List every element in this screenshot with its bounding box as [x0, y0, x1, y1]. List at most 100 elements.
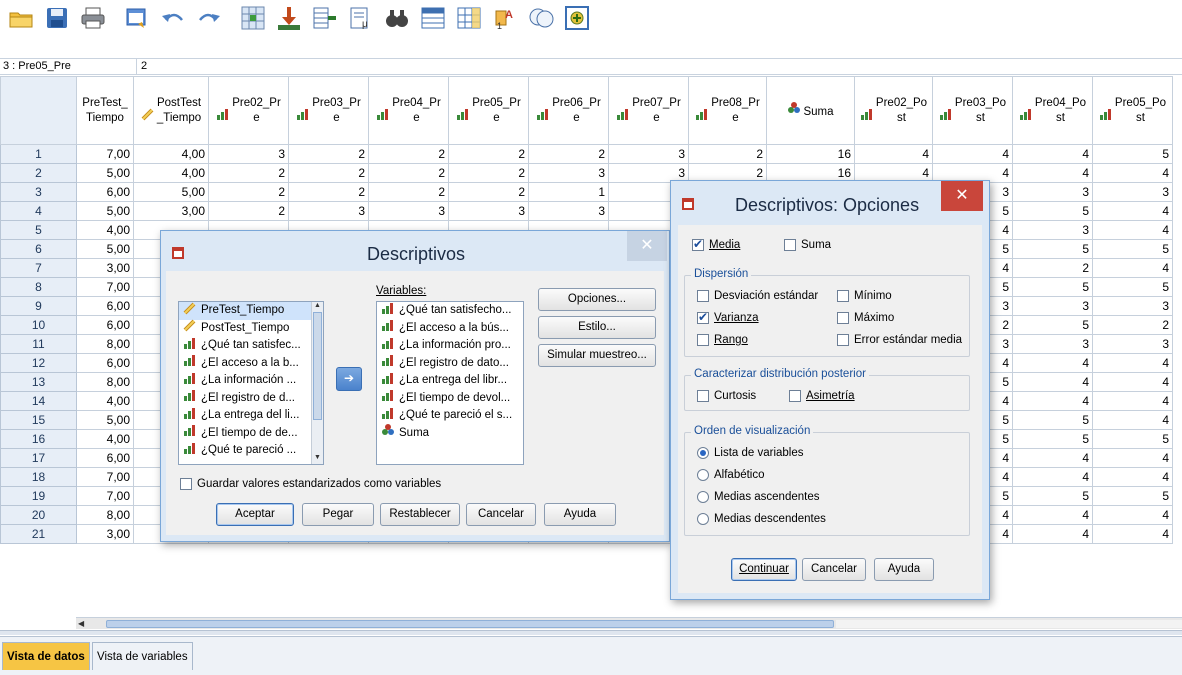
data-cell[interactable]: 3 [1012, 296, 1093, 316]
row-number[interactable]: 9 [0, 296, 77, 316]
column-header[interactable]: Pre04_Pr e [368, 76, 449, 145]
data-cell[interactable]: 3 [608, 144, 689, 164]
data-cell[interactable]: 6,00 [76, 296, 134, 316]
horizontal-scrollbar[interactable]: ◀ [76, 617, 1182, 629]
data-cell[interactable]: 3 [448, 201, 529, 221]
row-number[interactable]: 18 [0, 467, 77, 487]
pane-splitter[interactable] [0, 630, 1182, 635]
data-cell[interactable]: 3 [528, 201, 609, 221]
data-cell[interactable]: 4 [1092, 220, 1173, 240]
column-header[interactable]: Pre06_Pr e [528, 76, 609, 145]
data-cell[interactable]: 5 [1092, 277, 1173, 297]
data-cell[interactable]: 4 [1092, 353, 1173, 373]
data-cell[interactable]: 3 [1092, 296, 1173, 316]
column-header[interactable]: PostTest _Tiempo [133, 76, 209, 145]
row-number[interactable]: 20 [0, 505, 77, 525]
row-number[interactable]: 12 [0, 353, 77, 373]
data-cell[interactable]: 3 [288, 201, 369, 221]
data-cell[interactable]: 3,00 [76, 258, 134, 278]
data-cell[interactable]: 5,00 [76, 410, 134, 430]
scroll-left-icon[interactable]: ◀ [78, 619, 88, 629]
estilo-button[interactable]: Estilo... [538, 316, 656, 339]
orden-option-lista[interactable]: Lista de variables [697, 447, 804, 459]
close-button[interactable]: ✕ [627, 231, 667, 261]
data-cell[interactable]: 5 [1092, 144, 1173, 164]
list-item[interactable]: ¿La información ... [179, 372, 323, 390]
insert-variable-icon[interactable] [454, 4, 484, 32]
continuar-button[interactable]: Continuar [731, 558, 797, 581]
list-scrollbar[interactable]: ▲ ▼ [311, 302, 323, 464]
data-cell[interactable]: 4 [1092, 505, 1173, 525]
data-cell[interactable]: 4 [1092, 410, 1173, 430]
row-number[interactable]: 6 [0, 239, 77, 259]
data-cell[interactable]: 4,00 [76, 391, 134, 411]
data-cell[interactable]: 4 [932, 144, 1013, 164]
save-standardized-option[interactable]: Guardar valores estandarizados como vari… [180, 478, 441, 490]
data-cell[interactable]: 5 [1012, 201, 1093, 221]
row-number[interactable]: 11 [0, 334, 77, 354]
data-cell[interactable]: 5 [1012, 315, 1093, 335]
data-cell[interactable]: 7,00 [76, 486, 134, 506]
data-cell[interactable]: 5,00 [76, 201, 134, 221]
save-standardized-checkbox[interactable] [180, 478, 192, 490]
suma-checkbox[interactable] [784, 239, 796, 251]
curtosis-checkbox[interactable] [697, 390, 709, 402]
data-cell[interactable]: 4 [1012, 163, 1093, 183]
data-cell[interactable]: 4 [1092, 467, 1173, 487]
data-cell[interactable]: 6,00 [76, 353, 134, 373]
desviacion-checkbox[interactable] [697, 290, 709, 302]
list-item[interactable]: ¿El tiempo de devol... [377, 390, 523, 408]
media-checkbox[interactable] [692, 237, 704, 251]
scroll-thumb[interactable] [106, 620, 834, 628]
list-item[interactable]: ¿El acceso a la b... [179, 355, 323, 373]
data-cell[interactable]: 8,00 [76, 334, 134, 354]
data-cell[interactable]: 4 [1012, 391, 1093, 411]
column-header[interactable]: Pre08_Pr e [688, 76, 767, 145]
undo-icon[interactable] [158, 4, 188, 32]
list-item[interactable]: ¿La entrega del libr... [377, 372, 523, 390]
orden-radio-alfabetico[interactable] [697, 469, 709, 481]
data-cell[interactable]: 2 [368, 182, 449, 202]
data-cell[interactable]: 2 [208, 182, 289, 202]
row-number[interactable]: 2 [0, 163, 77, 183]
data-cell[interactable]: 7,00 [76, 277, 134, 297]
data-cell[interactable]: 4 [1092, 448, 1173, 468]
data-cell[interactable]: 3 [1092, 182, 1173, 202]
column-header[interactable]: Suma [766, 76, 855, 145]
orden-radio-lista[interactable] [697, 447, 709, 459]
data-cell[interactable]: 3 [1092, 334, 1173, 354]
data-cell[interactable]: 4 [854, 144, 933, 164]
close-button[interactable]: ✕ [941, 181, 983, 211]
column-header[interactable]: Pre02_Pr e [208, 76, 289, 145]
data-cell[interactable]: 2 [288, 163, 369, 183]
list-item[interactable]: Suma [377, 424, 523, 443]
data-cell[interactable]: 5 [1092, 486, 1173, 506]
data-cell[interactable]: 2 [368, 163, 449, 183]
list-item[interactable]: ¿Qué te pareció el s... [377, 407, 523, 425]
column-header[interactable]: PreTest_ Tiempo [76, 76, 134, 145]
row-number[interactable]: 13 [0, 372, 77, 392]
row-number[interactable]: 10 [0, 315, 77, 335]
column-header[interactable]: Pre03_Pr e [288, 76, 369, 145]
row-number[interactable]: 16 [0, 429, 77, 449]
ayuda-button[interactable]: Ayuda [874, 558, 934, 581]
tab-data-view[interactable]: Vista de datos [2, 642, 90, 670]
data-cell[interactable]: 8,00 [76, 505, 134, 525]
error-checkbox[interactable] [837, 334, 849, 346]
data-cell[interactable]: 3,00 [76, 524, 134, 544]
data-cell[interactable]: 5 [1012, 410, 1093, 430]
column-header[interactable]: Pre05_Pr e [448, 76, 529, 145]
data-cell[interactable]: 5 [1012, 429, 1093, 449]
list-item[interactable]: ¿El registro de dato... [377, 355, 523, 373]
simular-muestreo-button[interactable]: Simular muestreo... [538, 344, 656, 367]
grid-corner[interactable] [0, 76, 77, 145]
data-cell[interactable]: 6,00 [76, 448, 134, 468]
dialog-recall-icon[interactable] [122, 4, 152, 32]
list-item[interactable]: ¿La información pro... [377, 337, 523, 355]
list-item[interactable]: ¿Qué te pareció ... [179, 442, 323, 460]
asimetria-checkbox[interactable] [789, 390, 801, 402]
target-variable-list[interactable]: ¿Qué tan satisfecho... ¿El acceso a la bú… [376, 301, 524, 465]
desviacion-option[interactable]: Desviación estándar [697, 290, 818, 302]
data-cell[interactable]: 2 [208, 201, 289, 221]
data-cell[interactable]: 4 [1012, 448, 1093, 468]
